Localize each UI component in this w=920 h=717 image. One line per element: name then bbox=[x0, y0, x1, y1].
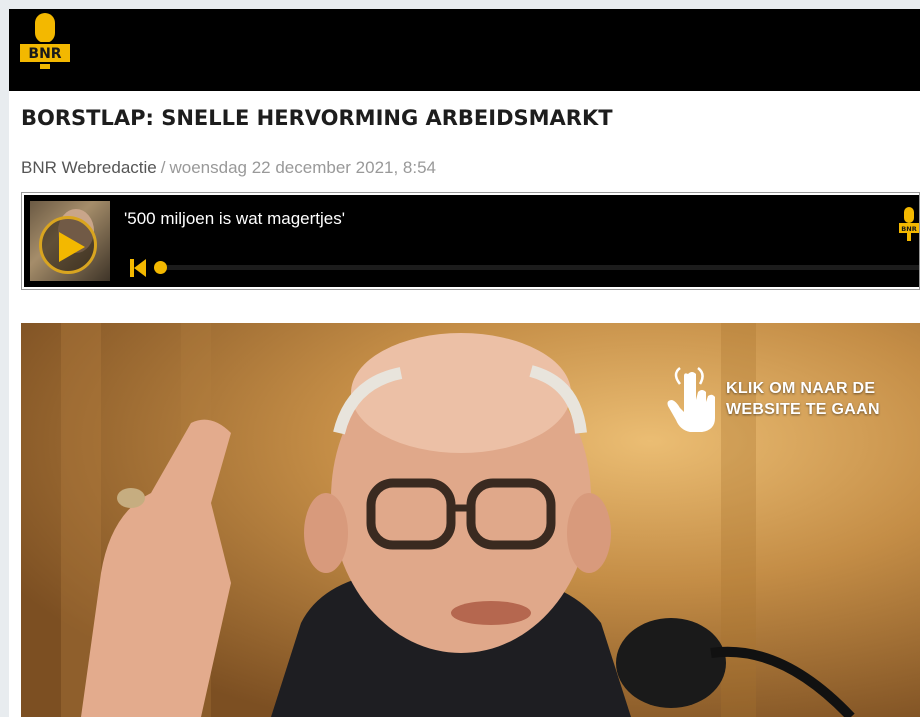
bnr-microphone-icon: BNR bbox=[899, 207, 919, 241]
bnr-logo[interactable]: BNR bbox=[15, 11, 75, 85]
progress-handle[interactable] bbox=[154, 261, 167, 274]
audio-player: '500 miljoen is wat magertjes' BNR bbox=[21, 192, 920, 290]
byline-separator: / bbox=[160, 158, 166, 177]
cta-line-1: KLIK OM NAAR DE bbox=[726, 380, 876, 397]
author-link[interactable]: BNR Webredactie bbox=[21, 158, 157, 177]
play-icon bbox=[59, 232, 85, 262]
publish-date: woensdag 22 december 2021, 8:54 bbox=[169, 158, 437, 177]
episode-title: '500 miljoen is wat magertjes' bbox=[124, 209, 345, 228]
rewind-icon[interactable] bbox=[130, 259, 146, 277]
cta-label: KLIK OM NAAR DE WEBSITE TE GAAN bbox=[726, 378, 880, 420]
hand-pointer-icon bbox=[667, 367, 715, 432]
svg-text:BNR: BNR bbox=[28, 46, 61, 62]
play-button[interactable] bbox=[39, 216, 97, 274]
article-title: BORSTLAP: SNELLE HERVORMING ARBEIDSMARKT bbox=[21, 106, 613, 130]
episode-thumbnail bbox=[30, 201, 110, 281]
svg-text:BNR: BNR bbox=[901, 225, 916, 233]
article-page: BNR BORSTLAP: SNELLE HERVORMING ARBEIDSM… bbox=[9, 9, 920, 717]
progress-track[interactable] bbox=[160, 265, 919, 270]
site-header: BNR bbox=[9, 9, 920, 91]
hero-image[interactable]: KLIK OM NAAR DE WEBSITE TE GAAN bbox=[21, 323, 920, 717]
byline: BNR Webredactie / woensdag 22 december 202… bbox=[21, 158, 436, 178]
website-cta[interactable]: KLIK OM NAAR DE WEBSITE TE GAAN bbox=[662, 366, 902, 438]
player-body: '500 miljoen is wat magertjes' BNR bbox=[24, 195, 919, 287]
cta-line-2: WEBSITE TE GAAN bbox=[726, 401, 880, 418]
